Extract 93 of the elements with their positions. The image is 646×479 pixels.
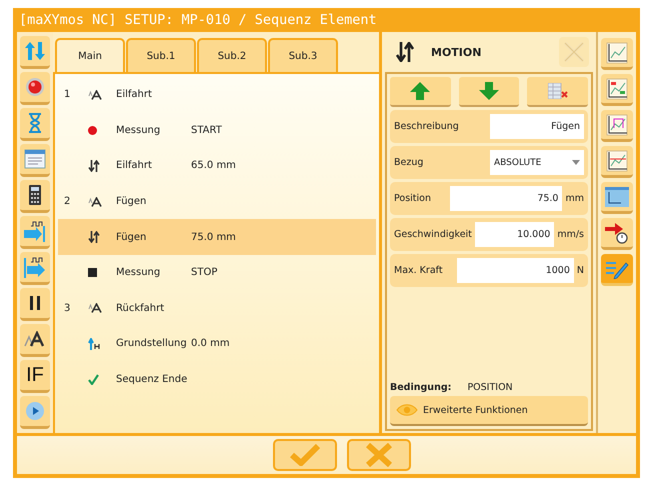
signal-in-icon bbox=[23, 220, 47, 242]
tab[interactable]: Main bbox=[55, 38, 125, 72]
calculator-icon bbox=[28, 184, 42, 206]
hourglass-icon bbox=[28, 113, 42, 133]
dropdown-caret-icon bbox=[572, 160, 580, 165]
field-label: Position bbox=[394, 193, 432, 204]
sequence-row[interactable]: Messung START bbox=[58, 112, 376, 148]
toolbar-button[interactable] bbox=[601, 38, 633, 70]
step-label: Messung bbox=[116, 124, 162, 136]
toolbar-button[interactable] bbox=[20, 180, 50, 213]
step-label: Fügen bbox=[116, 196, 148, 208]
unit-label: N bbox=[576, 265, 584, 276]
toolbar-button[interactable] bbox=[20, 216, 50, 249]
tab[interactable]: Sub.2 bbox=[197, 38, 267, 72]
updown-arrows-icon bbox=[88, 231, 100, 244]
checkmark-icon bbox=[290, 444, 320, 466]
panel-title: MOTION bbox=[431, 46, 482, 58]
unit-label: mm/s bbox=[557, 229, 584, 240]
input-field[interactable]: 10.000 bbox=[474, 222, 554, 247]
updown-arrows-icon bbox=[88, 160, 100, 172]
toolbar-button[interactable] bbox=[601, 182, 633, 214]
toolbar-button[interactable] bbox=[601, 218, 633, 250]
input-field[interactable]: Fügen bbox=[490, 114, 584, 139]
down-arrow-icon bbox=[479, 82, 499, 100]
sequence-row[interactable]: 2 Fügen bbox=[58, 184, 376, 220]
timer-icon bbox=[605, 220, 629, 244]
step-label: Eilfahrt bbox=[116, 160, 153, 172]
move-up-button[interactable] bbox=[390, 77, 451, 107]
step-label: Grundstellung bbox=[116, 338, 188, 350]
step-value: 65.0 mm bbox=[191, 160, 236, 172]
delete-row-icon bbox=[548, 83, 568, 99]
field-label: Bezug bbox=[394, 157, 424, 168]
pause-icon bbox=[29, 295, 41, 311]
field-label: Beschreibung bbox=[394, 121, 460, 132]
screen-icon bbox=[605, 186, 629, 206]
sequence-row[interactable]: 3 Rückfahrt bbox=[58, 290, 376, 326]
record-icon bbox=[88, 126, 97, 135]
toolbar-button[interactable] bbox=[20, 252, 50, 285]
close-icon bbox=[366, 443, 392, 467]
chart-limits-icon bbox=[606, 150, 628, 172]
step-label: Eilfahrt bbox=[116, 89, 153, 100]
selected-row[interactable]: Fügen 75.0 mm bbox=[58, 219, 376, 255]
condition-label: Bedingung: bbox=[390, 382, 452, 393]
step-value: 0.0 mm bbox=[191, 338, 230, 350]
window-icon bbox=[24, 149, 46, 169]
play-icon bbox=[25, 401, 45, 421]
field-label: Max. Kraft bbox=[394, 265, 444, 276]
window-title: [maXYmos NC] SETUP: MP-010 / Sequenz Element bbox=[18, 11, 378, 30]
toolbar-button[interactable] bbox=[601, 146, 633, 178]
step-value: 75.0 mm bbox=[191, 232, 236, 243]
sequence-row[interactable]: Eilfahrt 65.0 mm bbox=[58, 148, 376, 184]
sequence-row[interactable]: Messung STOP bbox=[58, 254, 376, 291]
step-number: 3 bbox=[64, 302, 70, 314]
swap-arrows-icon bbox=[24, 41, 46, 61]
stop-icon bbox=[88, 268, 97, 278]
toolbar-button[interactable] bbox=[601, 74, 633, 106]
input-field[interactable]: 1000 bbox=[456, 258, 574, 283]
check-icon bbox=[88, 374, 99, 386]
field-label: Geschwindigkeit bbox=[394, 229, 472, 240]
step-label: Fügen bbox=[116, 232, 148, 243]
updown-arrows-icon bbox=[395, 42, 415, 62]
if-button[interactable]: IF bbox=[20, 360, 50, 393]
toolbar-button[interactable] bbox=[601, 110, 633, 142]
tab[interactable]: Sub.1 bbox=[126, 38, 196, 72]
close-icon bbox=[563, 42, 585, 62]
reference-dropdown[interactable]: ABSOLUTE bbox=[490, 150, 584, 175]
step-number: 1 bbox=[64, 89, 70, 100]
step-label: Messung bbox=[116, 267, 162, 278]
home-position-icon bbox=[88, 338, 102, 350]
chart-limits-icon bbox=[606, 114, 628, 136]
step-label: Sequenz Ende bbox=[116, 374, 188, 386]
input-field[interactable]: 75.0 bbox=[450, 186, 562, 211]
condition-value: POSITION bbox=[467, 382, 513, 393]
signal-out-icon bbox=[23, 256, 47, 278]
step-value: STOP bbox=[191, 267, 218, 278]
eye-icon bbox=[396, 404, 418, 416]
up-arrow-icon bbox=[410, 82, 430, 100]
record-icon bbox=[25, 77, 45, 97]
font-size-icon bbox=[24, 331, 46, 347]
toolbar-button[interactable] bbox=[20, 288, 50, 321]
step-value: START bbox=[191, 124, 222, 136]
step-label: Rückfahrt bbox=[116, 302, 166, 314]
step-number: 2 bbox=[64, 196, 70, 208]
sequence-row[interactable]: 1 Eilfahrt bbox=[58, 77, 376, 113]
toolbar-button[interactable] bbox=[20, 324, 50, 357]
sequence-row[interactable]: Grundstellung 0.0 mm bbox=[58, 326, 376, 362]
unit-label: mm bbox=[565, 193, 584, 204]
tab[interactable]: Sub.3 bbox=[268, 38, 338, 72]
extended-functions-button[interactable]: Erweiterte Funktionen bbox=[390, 396, 588, 426]
move-down-button[interactable] bbox=[458, 77, 520, 107]
chart-limits-icon bbox=[606, 78, 628, 100]
sequence-row[interactable]: Sequenz Ende bbox=[58, 362, 376, 398]
line-chart-icon bbox=[606, 42, 628, 64]
